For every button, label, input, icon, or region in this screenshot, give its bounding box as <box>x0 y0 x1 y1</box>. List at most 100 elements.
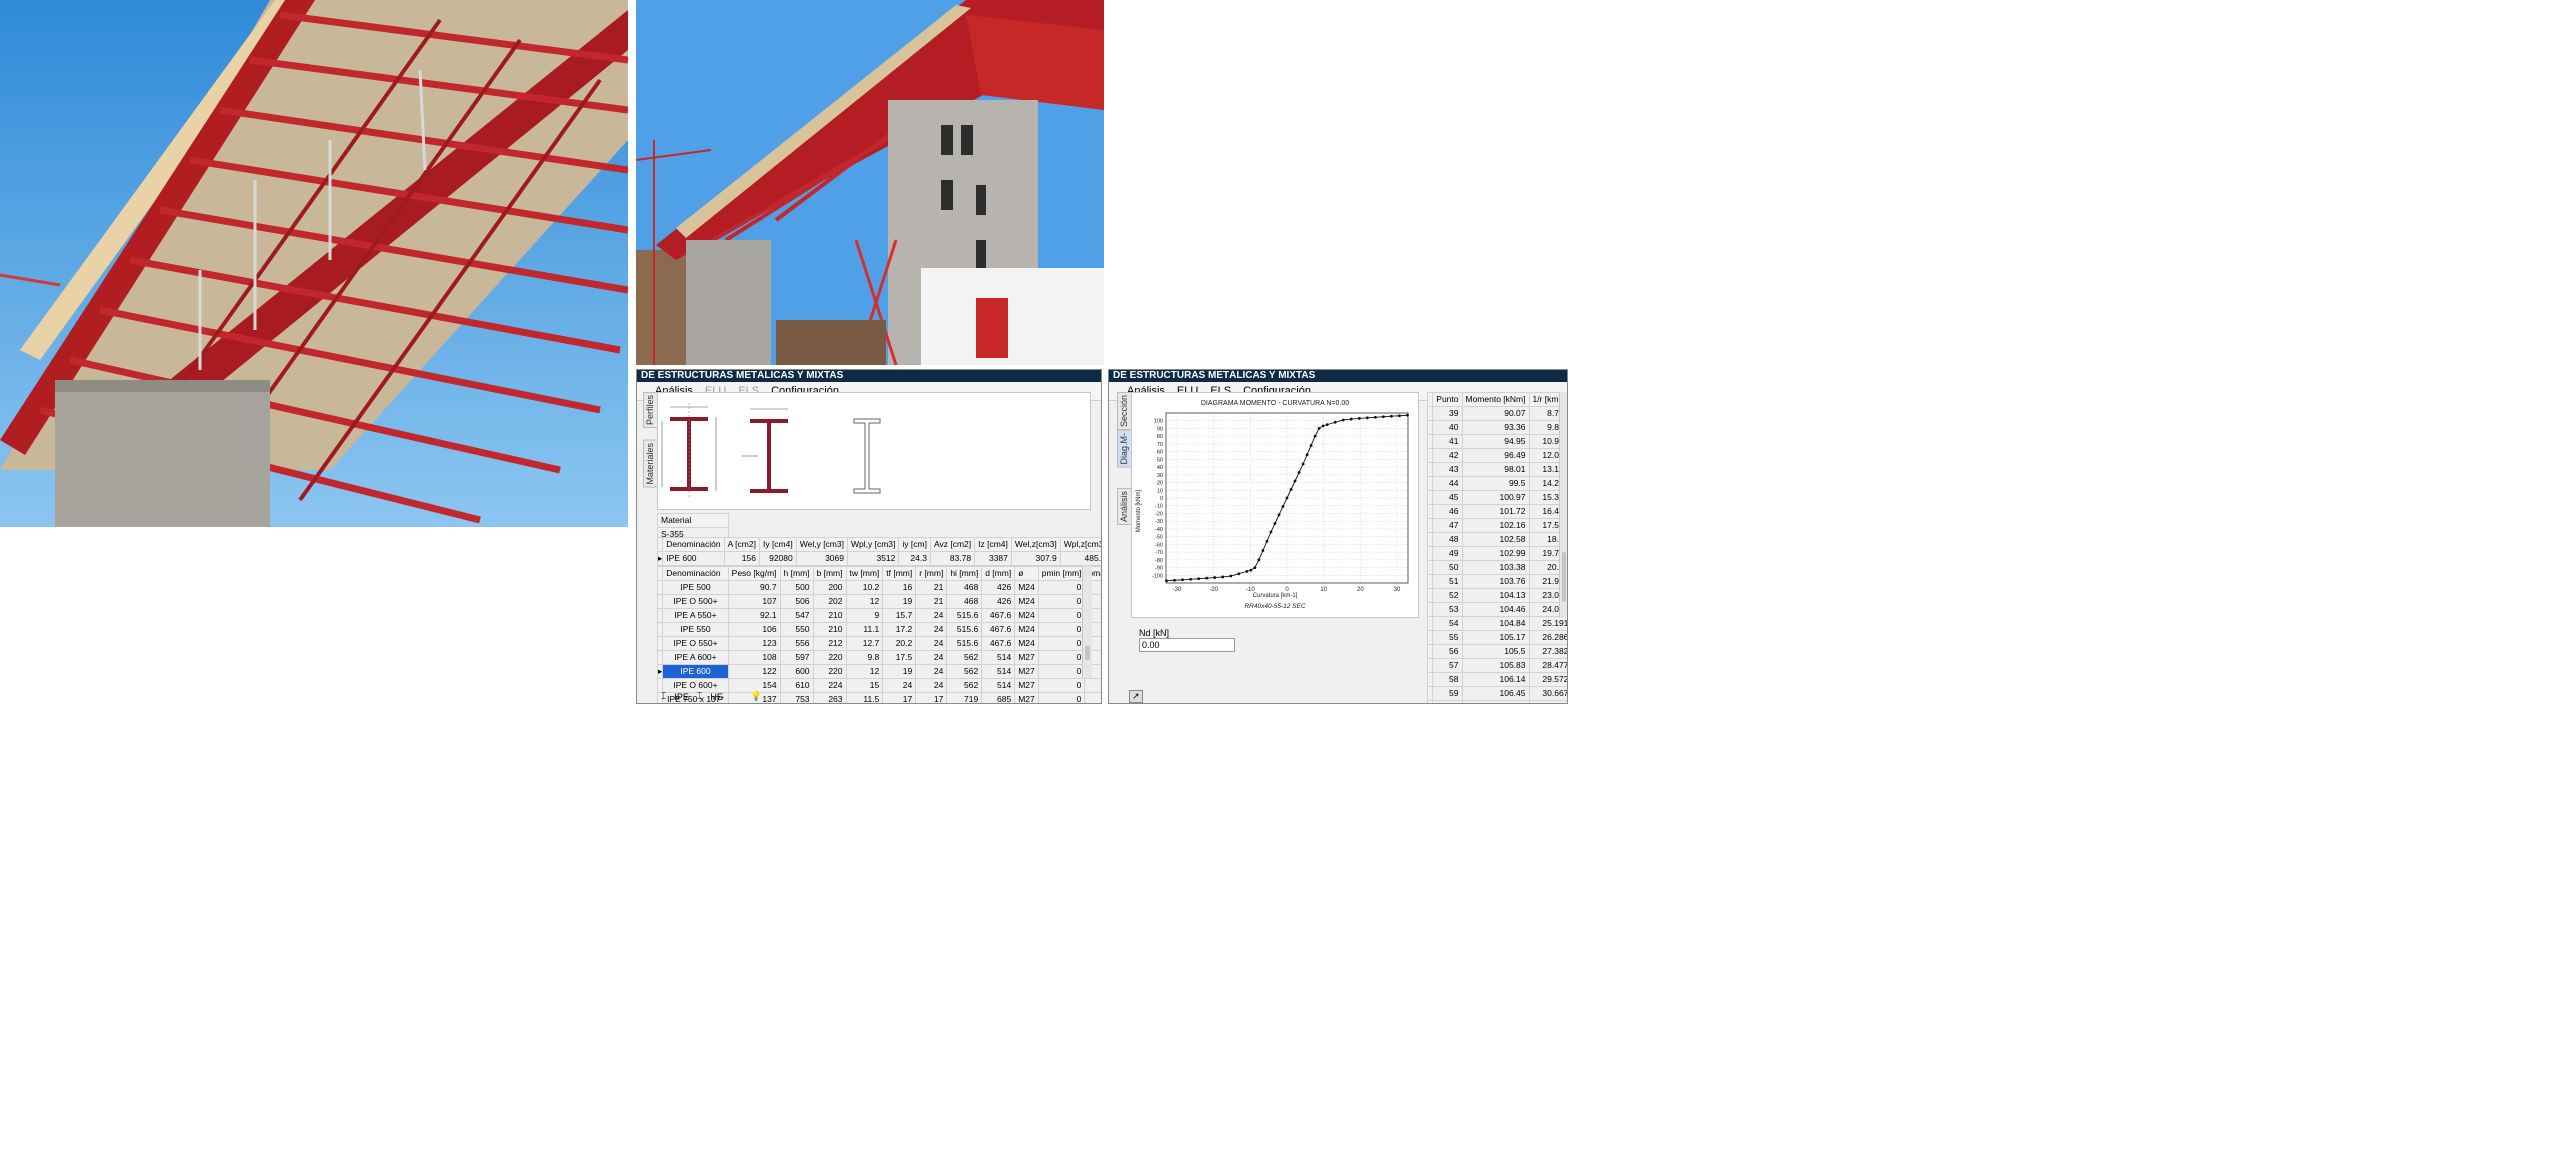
table-cell: 3387 <box>974 551 1012 566</box>
table-row[interactable]: ▸IPE 600122600220121924562514M2700 <box>656 664 1101 679</box>
table-row[interactable]: 60106.7631.763 <box>1426 700 1567 703</box>
table-row[interactable]: IPE O 550+ 123 556 212 12.7 20.2 24 515.6 467.6 M… <box>656 636 1101 651</box>
column-header[interactable]: ø <box>1014 566 1039 581</box>
column-header[interactable]: pmin [mm] <box>1037 566 1086 581</box>
table-cell: 102.16 <box>1461 518 1530 533</box>
table-cell: IPE O 500+ <box>662 594 729 609</box>
table-row[interactable]: 46 101.72 16.429 <box>1426 504 1567 519</box>
column-header[interactable]: Peso [kg/m] <box>727 566 781 581</box>
column-header[interactable]: hi [mm] <box>946 566 983 581</box>
profile-table-scrollbar[interactable] <box>1082 566 1092 678</box>
table-cell: 485.6 <box>1059 551 1101 566</box>
scrollbar-thumb[interactable] <box>1562 552 1566 602</box>
table-row[interactable]: 57 105.83 28.477 <box>1426 658 1567 673</box>
table-cell: 514 <box>981 650 1016 665</box>
table-cell: 103.76 <box>1461 574 1530 589</box>
lightbulb-icon[interactable]: 💡 <box>751 691 762 702</box>
table-row[interactable]: 40 93.36 9.857 <box>1426 420 1567 435</box>
column-header[interactable]: tw [mm] <box>845 566 884 581</box>
table-row[interactable]: 42 96.49 12.048 <box>1426 448 1567 463</box>
data-point <box>1181 578 1184 582</box>
table-cell: 41 <box>1432 434 1463 449</box>
table-cell: 21 <box>915 594 948 609</box>
chart-tool-icon[interactable]: ↗ <box>1129 690 1143 703</box>
table-row[interactable]: 48 102.58 18.62 <box>1426 532 1567 547</box>
table-cell: 106.14 <box>1461 672 1530 687</box>
tab-perfiles[interactable]: Perfiles <box>643 392 658 429</box>
column-header[interactable]: Wpl,y [cm3] <box>846 537 900 552</box>
data-point <box>1406 413 1409 417</box>
data-point <box>1257 558 1261 562</box>
i-section-axis-icon <box>742 408 788 493</box>
moment-curvature-window: DE ESTRUCTURAS METÁLICAS Y MIXTAS Anális… <box>1108 369 1568 704</box>
table-row[interactable]: IPE O 500+107506202121921468426M2400 <box>656 594 1101 609</box>
properties-row[interactable]: ▸ IPE 600 156 92080 3069 3512 24.3 83.78 3387 307… <box>656 551 1101 566</box>
data-point <box>1301 462 1305 466</box>
column-header[interactable]: tf [mm] <box>882 566 917 581</box>
table-row[interactable]: 39 90.07 8.762 <box>1426 406 1567 421</box>
table-row[interactable]: 47 102.16 17.524 <box>1426 518 1567 533</box>
table-cell: 45 <box>1432 490 1463 505</box>
table-row[interactable]: 45 100.97 15.334 <box>1426 490 1567 505</box>
table-cell: 24 <box>915 636 948 651</box>
data-point <box>1277 513 1281 517</box>
table-row[interactable]: IPE A 600+1085972209.817.524562514M2700 <box>656 650 1101 665</box>
material-header: Material <box>657 513 729 528</box>
tab-ipe[interactable]: IPE <box>674 692 689 702</box>
table-row[interactable]: 53 104.46 24.096 <box>1426 602 1567 617</box>
column-header[interactable]: Iy [cm4] <box>758 537 797 552</box>
column-header[interactable]: Momento [kNm] <box>1461 392 1530 407</box>
table-cell: M27 <box>1014 692 1039 703</box>
column-header[interactable]: d [mm] <box>981 566 1016 581</box>
table-row[interactable]: 51 103.76 21.905 <box>1426 574 1567 589</box>
table-row[interactable]: 41 94.95 10.953 <box>1426 434 1567 449</box>
points-table-scrollbar[interactable] <box>1559 392 1567 618</box>
table-cell: 25.191 <box>1528 616 1567 631</box>
column-header[interactable]: Denominación <box>662 566 729 581</box>
column-header[interactable]: b [mm] <box>812 566 847 581</box>
column-header[interactable]: Punto <box>1432 392 1463 407</box>
y-tick-label: -70 <box>1155 550 1163 556</box>
table-row[interactable]: 54 104.84 25.191 <box>1426 616 1567 631</box>
table-row[interactable]: 43 98.01 13.143 <box>1426 462 1567 477</box>
column-header[interactable]: iy [cm] <box>898 537 931 552</box>
table-row[interactable]: 44 99.5 14.238 <box>1426 476 1567 491</box>
row-selector[interactable]: ▸ <box>656 551 664 566</box>
table-row[interactable]: 56 105.5 27.382 <box>1426 644 1567 659</box>
scrollbar-thumb[interactable] <box>1085 646 1090 660</box>
column-header[interactable]: r [mm] <box>915 566 948 581</box>
tab-analisis[interactable]: Análisis <box>1117 488 1132 526</box>
table-cell: 99.5 <box>1461 476 1530 491</box>
table-row[interactable]: 52 104.13 23.001 <box>1426 588 1567 603</box>
column-header[interactable]: Avz [cm2] <box>929 537 976 552</box>
data-point <box>1313 434 1317 438</box>
tab-he[interactable]: HE <box>710 692 723 702</box>
profiles-window: DE ESTRUCTURAS METÁLICAS Y MIXTAS Anális… <box>636 369 1102 704</box>
table-cell: 0 <box>1037 608 1086 623</box>
table-cell: 40 <box>1432 420 1463 435</box>
table-row[interactable]: IPE 50090.750020010.21621468426M2400 <box>656 580 1101 595</box>
table-row[interactable]: IPE 550 106 550 210 11.1 17.2 24 515.6 467.6 M24 0… <box>656 622 1101 637</box>
column-header[interactable]: Iz [cm4] <box>974 537 1012 552</box>
column-header[interactable]: Wel,z[cm3] <box>1010 537 1061 552</box>
nd-input[interactable] <box>1139 638 1235 652</box>
table-cell: 54 <box>1432 616 1463 631</box>
column-header[interactable]: h [mm] <box>779 566 814 581</box>
table-row[interactable]: 50 103.38 20.81 <box>1426 560 1567 575</box>
table-row[interactable]: IPE A 550+ 92.1 547 210 9 15.7 24 515.6 467.6 M24… <box>656 608 1101 623</box>
table-row[interactable]: 55 105.17 26.286 <box>1426 630 1567 645</box>
column-header[interactable]: Denominación <box>662 537 725 552</box>
row-selector[interactable]: ▸ <box>656 664 664 679</box>
column-header[interactable]: Wel,y [cm3] <box>795 537 848 552</box>
tab-seccion[interactable]: Sección <box>1117 392 1132 431</box>
table-row[interactable]: 58 106.14 29.572 <box>1426 672 1567 687</box>
table-cell: 506 <box>779 594 814 609</box>
table-cell: 17.2 <box>882 622 917 637</box>
table-row[interactable]: 59 106.45 30.667 <box>1426 686 1567 701</box>
y-tick-label: 40 <box>1157 465 1163 471</box>
tab-materiales[interactable]: Materiales <box>643 440 658 488</box>
column-header[interactable]: Wpl,z[cm3] <box>1059 537 1101 552</box>
column-header[interactable]: A [cm2] <box>723 537 760 552</box>
table-row[interactable]: 49 102.99 19.715 <box>1426 546 1567 561</box>
table-cell: 16 <box>882 580 917 595</box>
